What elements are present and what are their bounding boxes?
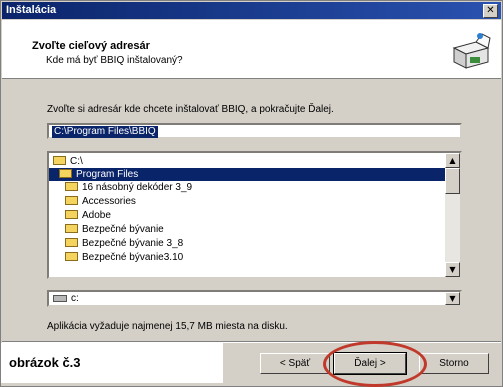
list-item[interactable]: Bezpečné bývanie3.10 bbox=[65, 251, 183, 264]
installer-window: Inštalácia ✕ Zvoľte cieľový adresár Kde … bbox=[0, 0, 503, 387]
drive-icon bbox=[53, 295, 67, 302]
drive-dropdown-button[interactable]: ▼ bbox=[445, 292, 460, 305]
cancel-button[interactable]: Storno bbox=[419, 353, 489, 374]
title-bar: Inštalácia ✕ bbox=[2, 2, 501, 19]
wizard-header: Zvoľte cieľový adresár Kde má byť BBIQ i… bbox=[2, 20, 501, 79]
path-value: C:\Program Files\BBIQ bbox=[52, 126, 158, 138]
open-folder-icon bbox=[53, 155, 66, 165]
folder-icon bbox=[65, 237, 78, 247]
header-title: Zvoľte cieľový adresár bbox=[32, 40, 150, 52]
list-item[interactable]: Bezpečné bývanie bbox=[65, 223, 164, 236]
drive-label: c: bbox=[71, 293, 79, 304]
header-subtitle: Kde má byť BBIQ inštalovaný? bbox=[46, 55, 183, 66]
list-item[interactable]: 16 násobný dekóder 3_9 bbox=[65, 181, 192, 194]
folder-icon bbox=[65, 209, 78, 219]
folder-label: Bezpečné bývanie bbox=[82, 224, 164, 235]
folder-list[interactable]: C:\ Program Files 16 násobný dekóder 3_9… bbox=[47, 151, 462, 279]
list-item[interactable]: Bezpečné bývanie 3_8 bbox=[65, 237, 183, 250]
open-folder-icon bbox=[59, 168, 72, 178]
path-input[interactable]: C:\Program Files\BBIQ bbox=[47, 123, 462, 139]
list-item[interactable]: Accessories bbox=[65, 195, 136, 208]
list-item-selected[interactable]: Program Files bbox=[49, 168, 447, 181]
installer-box-icon bbox=[452, 33, 491, 69]
folder-label: Program Files bbox=[76, 169, 139, 180]
folder-icon bbox=[65, 251, 78, 261]
folder-label: Accessories bbox=[82, 196, 136, 207]
folder-label: Bezpečné bývanie 3_8 bbox=[82, 238, 184, 249]
scroll-down-button[interactable]: ▼ bbox=[445, 262, 460, 277]
back-button[interactable]: < Späť bbox=[260, 353, 330, 374]
list-item[interactable]: Adobe bbox=[65, 209, 111, 222]
folder-icon bbox=[65, 195, 78, 205]
folder-icon bbox=[65, 181, 78, 191]
instruction-text: Zvoľte si adresár kde chcete inštalovať … bbox=[47, 104, 334, 115]
folder-label: Adobe bbox=[82, 210, 111, 221]
scroll-up-button[interactable]: ▲ bbox=[445, 153, 460, 168]
close-button[interactable]: ✕ bbox=[483, 4, 498, 18]
folder-label: Bezpečné bývanie3.10 bbox=[82, 252, 184, 263]
drive-select[interactable]: c: ▼ bbox=[47, 290, 462, 307]
next-button[interactable]: Ďalej > bbox=[333, 352, 407, 375]
folder-icon bbox=[65, 223, 78, 233]
figure-caption: obrázok č.3 bbox=[1, 343, 223, 383]
list-scrollbar[interactable]: ▲ ▼ bbox=[445, 153, 460, 277]
window-title: Inštalácia bbox=[6, 4, 57, 16]
folder-label: C:\ bbox=[70, 156, 83, 167]
folder-label: 16 násobný dekóder 3_9 bbox=[82, 182, 193, 193]
space-required-text: Aplikácia vyžaduje najmenej 15,7 MB mies… bbox=[47, 321, 288, 332]
scroll-thumb[interactable] bbox=[445, 168, 460, 194]
list-item[interactable]: C:\ bbox=[53, 155, 83, 168]
